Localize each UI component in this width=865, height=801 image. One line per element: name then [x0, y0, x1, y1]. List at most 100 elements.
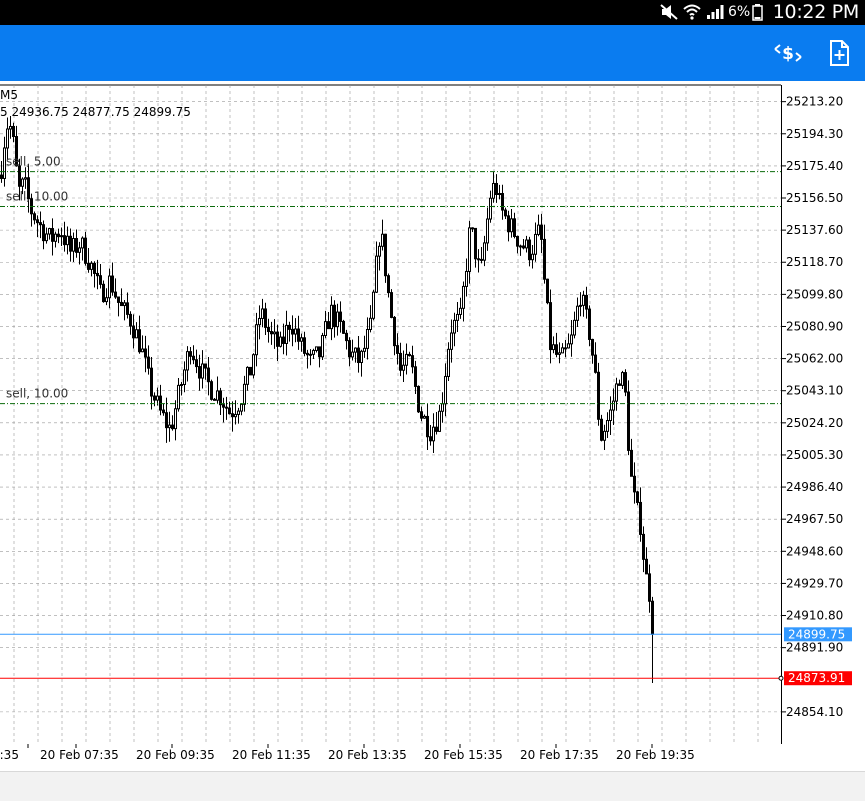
candle-body	[453, 319, 456, 334]
candle-body	[582, 294, 585, 306]
candle-body	[156, 395, 159, 401]
candle-body	[540, 224, 543, 240]
candle-body	[546, 278, 549, 304]
candle-body	[558, 352, 561, 355]
candle-body	[501, 193, 504, 211]
candle-body	[348, 340, 351, 358]
candle-body	[381, 233, 384, 247]
candle-body	[447, 348, 450, 377]
candle-body	[207, 367, 210, 383]
candle-body	[588, 308, 591, 340]
candle-body	[363, 347, 366, 352]
candle-body	[450, 332, 453, 350]
candle-body	[291, 328, 294, 335]
candle-body	[252, 354, 255, 376]
candle-body	[480, 258, 483, 261]
candle-body	[579, 304, 582, 307]
y-tick-label: 25005.30	[786, 448, 843, 462]
candle-body	[600, 418, 603, 441]
candle-body	[585, 294, 588, 310]
ohlc-readout: 5 24936.75 24877.75 24899.75	[0, 105, 191, 119]
stop-line-handle	[778, 675, 784, 681]
candle-body	[465, 270, 468, 287]
wifi-icon	[683, 4, 701, 20]
candle-body	[189, 351, 192, 357]
candle-body	[633, 475, 636, 493]
candle-body	[153, 395, 156, 401]
candle-body	[255, 324, 258, 356]
y-tick-label: 24910.80	[786, 609, 843, 623]
y-tick-label: 25043.10	[786, 384, 843, 398]
candle-body	[429, 436, 432, 442]
candle-body	[477, 258, 480, 261]
candle-body	[60, 235, 63, 238]
candle-body	[192, 355, 195, 361]
candle-body	[114, 291, 117, 298]
candle-body	[102, 283, 105, 303]
new-order-icon[interactable]	[823, 37, 855, 69]
candle-body	[570, 334, 573, 345]
candle-body	[651, 600, 654, 635]
candle-body	[573, 319, 576, 336]
candle-body	[150, 367, 153, 397]
candle-body	[351, 351, 354, 358]
candle-body	[243, 383, 246, 405]
chart-canvas[interactable]: 25213.20 25194.30 25175.40 25156.50 25137.60…	[0, 81, 865, 771]
y-tick-label: 25175.40	[786, 159, 843, 173]
candle-body	[318, 346, 321, 358]
candle-body	[81, 237, 84, 249]
candle-body	[306, 352, 309, 356]
candle-body	[18, 165, 21, 187]
y-tick-label: 25118.70	[786, 255, 843, 269]
candle-body	[297, 328, 300, 342]
y-tick-label: 25137.60	[786, 223, 843, 237]
x-tick-label: 20 Feb 19:35	[616, 748, 695, 762]
candle-body	[555, 344, 558, 355]
candle-body	[51, 228, 54, 242]
candle-body	[117, 296, 120, 303]
candle-body	[33, 213, 36, 221]
candle-body	[246, 366, 249, 385]
candle-body	[78, 247, 81, 253]
candle-body	[39, 222, 42, 226]
signal-icon	[707, 5, 724, 19]
price-chart[interactable]: 25213.20 25194.30 25175.40 25156.50 25137.60…	[0, 81, 865, 771]
x-tick-label: 20 Feb 11:35	[232, 748, 311, 762]
candle-body	[444, 375, 447, 405]
x-tick-label: 20 Feb 15:35	[424, 748, 503, 762]
candle-body	[345, 332, 348, 342]
candle-body	[138, 329, 141, 353]
candle-body	[282, 336, 285, 344]
candle-body	[147, 356, 150, 369]
candle-body	[225, 406, 228, 409]
candle-body	[528, 239, 531, 261]
candle-body	[492, 182, 495, 199]
candle-body	[534, 233, 537, 255]
candle-body	[642, 533, 645, 560]
battery-percent: 6%	[728, 4, 751, 20]
candle-body	[549, 302, 552, 351]
candle-body	[609, 409, 612, 422]
candle-body	[561, 347, 564, 354]
candle-body	[438, 410, 441, 432]
candle-body	[606, 420, 609, 432]
candle-body	[309, 353, 312, 356]
candle-body	[54, 233, 57, 242]
candle-body	[327, 321, 330, 330]
candle-body	[564, 347, 567, 350]
candle-body	[369, 317, 372, 330]
trade-icon[interactable]: $	[772, 37, 804, 69]
svg-text:$: $	[782, 44, 794, 64]
candle-body	[198, 366, 201, 379]
candle-body	[234, 413, 237, 418]
candle-body	[159, 395, 162, 411]
candle-body	[456, 313, 459, 321]
order-label: sell, 10.00	[6, 190, 68, 204]
candle-body	[597, 371, 600, 420]
y-tick-label: 25080.90	[786, 319, 843, 333]
candle-body	[441, 403, 444, 412]
y-tick-label: 24929.70	[786, 576, 843, 590]
candle-body	[624, 372, 627, 393]
candle-body	[45, 233, 48, 242]
timeframe-label: M5	[0, 88, 18, 102]
